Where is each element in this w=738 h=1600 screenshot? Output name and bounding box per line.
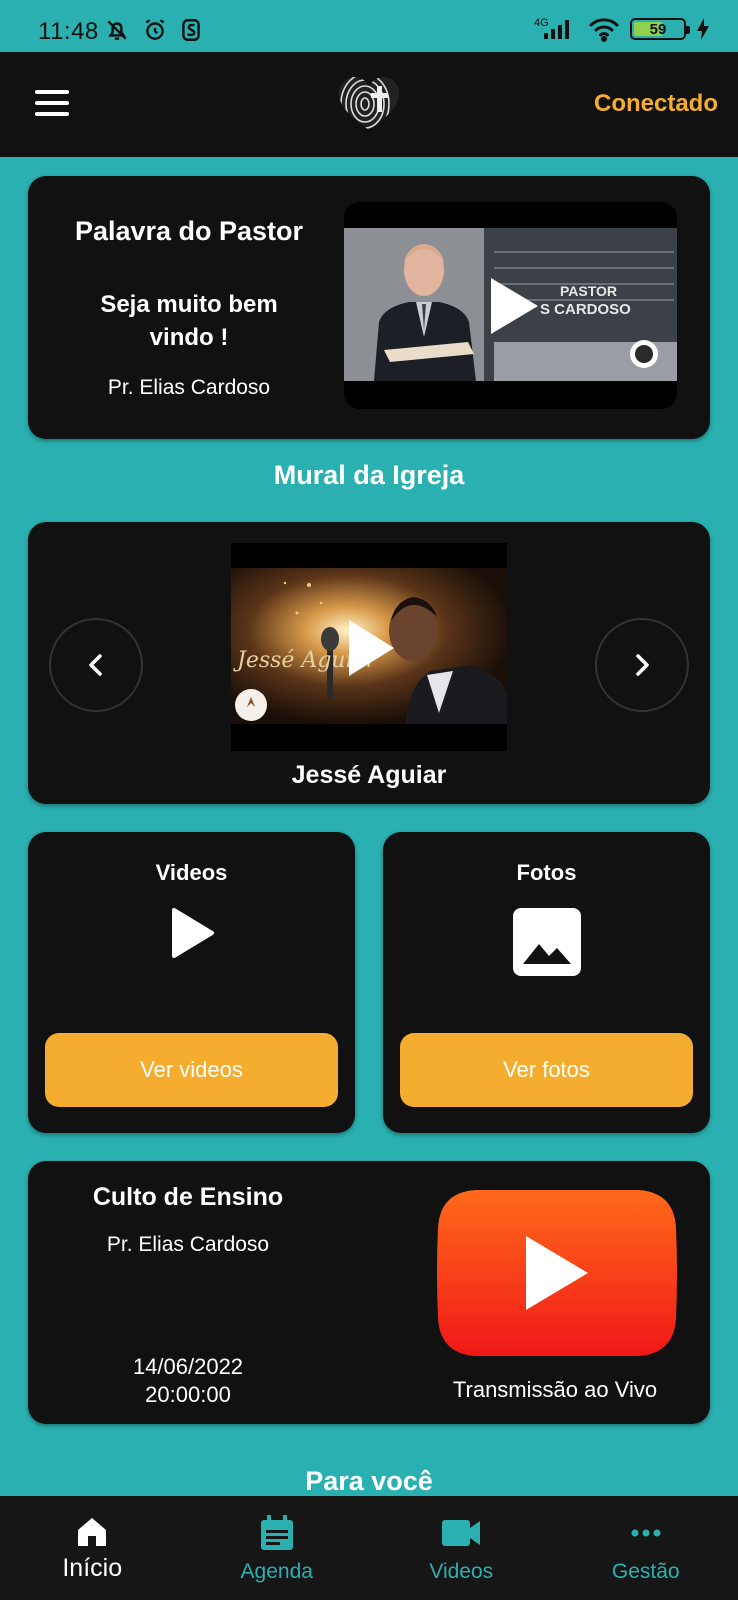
view-photos-button[interactable]: Ver fotos bbox=[400, 1033, 693, 1107]
live-service-card: Culto de Ensino Pr. Elias Cardoso 14/06/… bbox=[28, 1161, 710, 1424]
hamburger-menu-icon[interactable] bbox=[35, 90, 69, 116]
more-dots-icon bbox=[631, 1529, 661, 1537]
connection-status: Conectado bbox=[593, 90, 718, 117]
pastor-name: Pr. Elias Cardoso bbox=[107, 376, 271, 399]
thumbnail-text-name: S CARDOSO bbox=[540, 301, 631, 318]
thumbnail-text-pastor: PASTOR bbox=[560, 283, 617, 299]
live-play-button[interactable] bbox=[436, 1188, 678, 1358]
church-logo bbox=[339, 77, 399, 130]
pastor-video-thumbnail: PASTOR S CARDOSO bbox=[344, 202, 677, 409]
app-header: Conectado bbox=[0, 52, 738, 157]
carousel-next-button[interactable] bbox=[595, 618, 689, 712]
mural-video-player[interactable]: Jessé Aguiar bbox=[231, 543, 507, 751]
nav-item-agenda[interactable]: Agenda bbox=[185, 1496, 370, 1600]
nav-item-inicio[interactable]: Início bbox=[0, 1496, 185, 1600]
image-icon bbox=[512, 908, 581, 976]
pastor-card-subtitle: Seja muito bem vindo ! bbox=[100, 291, 278, 351]
live-stream-label: Transmissão ao Vivo bbox=[452, 1377, 658, 1402]
status-time: 11:48 bbox=[38, 18, 99, 45]
live-service-pastor: Pr. Elias Cardoso bbox=[106, 1233, 270, 1256]
play-icon bbox=[171, 908, 214, 958]
nav-label-gestao: Gestão bbox=[611, 1560, 680, 1583]
photos-tile: Fotos Ver fotos bbox=[383, 832, 710, 1133]
pastor-word-card: Palavra do Pastor Seja muito bem vindo !… bbox=[28, 176, 710, 439]
cell-signal-icon: 4G bbox=[534, 17, 569, 39]
status-bar: 11:48 4G 59 bbox=[0, 0, 738, 52]
pastor-video-player[interactable]: PASTOR S CARDOSO bbox=[344, 202, 677, 409]
chevron-right-icon bbox=[636, 654, 649, 676]
battery-indicator: 59 bbox=[630, 18, 690, 40]
videos-tile: Videos Ver videos bbox=[28, 832, 355, 1133]
s-app-icon bbox=[182, 19, 200, 41]
bottom-navigation: Início Agenda Videos Gestão bbox=[0, 1496, 738, 1600]
alarm-clock-icon bbox=[145, 19, 165, 40]
for-you-section-title: Para você bbox=[305, 1466, 433, 1496]
nav-item-gestao[interactable]: Gestão bbox=[554, 1496, 738, 1600]
battery-level: 59 bbox=[649, 20, 667, 38]
mural-section-title: Mural da Igreja bbox=[273, 460, 465, 490]
mural-caption: Jessé Aguiar bbox=[291, 761, 447, 789]
live-service-date: 14/06/2022 bbox=[132, 1354, 244, 1379]
alarm-off-icon bbox=[107, 20, 127, 40]
live-service-datetime: 14/06/2022 20:00:00 bbox=[58, 1353, 318, 1409]
status-notification-icons bbox=[104, 17, 202, 43]
status-right-icons: 4G 59 bbox=[534, 16, 710, 42]
carousel-prev-button[interactable] bbox=[49, 618, 143, 712]
nav-label-inicio: Início bbox=[62, 1554, 123, 1582]
live-service-title: Culto de Ensino bbox=[92, 1183, 284, 1211]
nav-item-videos[interactable]: Videos bbox=[369, 1496, 554, 1600]
videos-tile-title: Videos bbox=[155, 860, 228, 885]
video-camera-icon bbox=[442, 1520, 481, 1546]
calendar-icon bbox=[260, 1515, 293, 1550]
nav-label-agenda: Agenda bbox=[240, 1560, 313, 1583]
nav-label-videos: Videos bbox=[429, 1560, 494, 1583]
wifi-icon bbox=[589, 18, 619, 42]
view-videos-button[interactable]: Ver videos bbox=[45, 1033, 338, 1107]
photos-tile-title: Fotos bbox=[516, 860, 577, 885]
charging-bolt-icon bbox=[697, 18, 709, 40]
church-mural-carousel: Jessé Aguiar Jessé Aguiar bbox=[28, 522, 710, 804]
live-service-time: 20:00:00 bbox=[145, 1382, 231, 1407]
network-type: 4G bbox=[534, 17, 549, 29]
pastor-card-title: Palavra do Pastor bbox=[74, 216, 304, 246]
mural-video-thumbnail: Jessé Aguiar bbox=[231, 543, 507, 751]
chevron-left-icon bbox=[89, 654, 102, 676]
home-icon bbox=[78, 1518, 107, 1546]
